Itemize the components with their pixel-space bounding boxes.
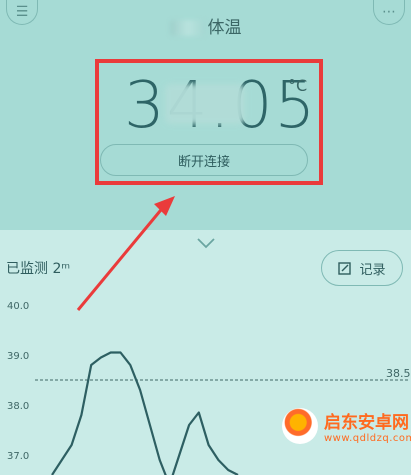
record-button[interactable]: 记录 [321,250,403,286]
annotation-highlight-box [95,59,323,185]
y-tick-label: 38.0 [7,401,29,412]
threshold-label: 38.5 [386,367,411,380]
y-tick-label: 39.0 [7,351,29,362]
watermark-logo-icon [282,408,318,444]
watermark-url: www.qdldzq.com [324,433,411,444]
chevron-down-icon[interactable] [196,236,216,250]
edit-icon [338,261,352,275]
temperature-series-line [51,351,239,475]
record-label: 记录 [359,262,386,278]
title-redaction [169,20,206,36]
y-tick-label: 40.0 [7,301,29,312]
watermark: 启东安卓网 www.qdldzq.com [282,408,411,444]
y-tick-label: 37.0 [7,451,29,462]
page-title: 体温 [0,13,411,38]
monitored-duration: 已监测 2ᵐ [6,261,71,277]
watermark-name: 启东安卓网 [324,413,409,433]
temperature-chart: 40.0 39.0 38.0 37.0 38.5 [7,301,411,475]
